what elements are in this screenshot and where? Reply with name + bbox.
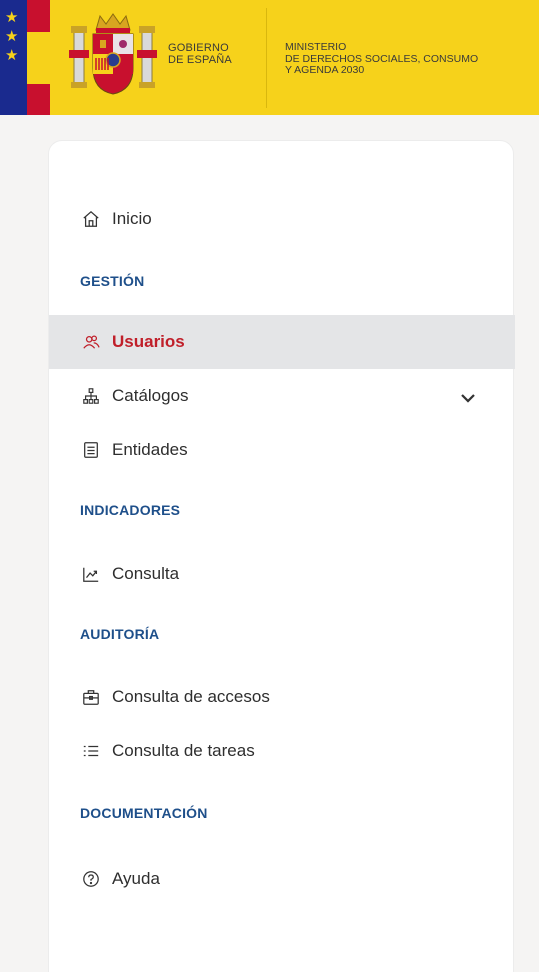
gov-line-2: DE ESPAÑA [168,54,232,66]
coat-of-arms-logo [69,13,157,95]
nav-item-catalogos[interactable]: Catálogos [49,369,515,423]
nav-label: Ayuda [112,869,160,888]
nav-label: Inicio [112,209,152,228]
ministry-line-1: MINISTERIO [285,41,347,53]
ministry-line-3: Y AGENDA 2030 [285,64,365,76]
star-icon: ★ [5,9,19,26]
nav-item-usuarios[interactable]: Usuarios [49,315,515,369]
chevron-down-icon[interactable] [459,389,477,407]
nav-label: Catálogos [112,386,189,405]
nav-label: Consulta de accesos [112,687,270,706]
star-icon: ★ [5,47,19,64]
briefcase-icon [80,686,102,708]
nav-item-entidades[interactable]: Entidades [49,423,515,477]
nav-item-consulta-accesos[interactable]: Consulta de accesos [49,670,515,724]
nav-item-consulta-tareas[interactable]: Consulta de tareas [49,724,515,778]
help-icon [80,868,102,890]
eu-flag: ★ ★ ★ [0,0,27,115]
section-gestion: GESTIÓN [80,273,145,289]
sidebar-menu: Inicio GESTIÓN Usuarios Catálogos Entida… [48,140,515,972]
list-icon [80,740,102,762]
nav-item-inicio[interactable]: Inicio [49,192,515,246]
section-indicadores: INDICADORES [80,502,181,518]
document-icon [80,439,102,461]
chart-icon [80,563,102,585]
users-icon [80,331,102,353]
header-divider [266,8,267,108]
ministry-name: MINISTERIO DE DERECHOS SOCIALES, CONSUMO… [285,41,478,77]
nav-item-consulta[interactable]: Consulta [49,547,515,601]
government-name: GOBIERNO DE ESPAÑA [168,42,232,66]
home-icon [80,208,102,230]
spain-flag-red-bottom [27,84,50,115]
section-auditoria: AUDITORÍA [80,626,160,642]
section-documentacion: DOCUMENTACIÓN [80,805,208,821]
nav-item-ayuda[interactable]: Ayuda [49,852,515,906]
site-header: ★ ★ ★ GOBIERNO DE ESPAÑA MINISTERIO DE D… [0,0,539,115]
spain-flag-yellow [27,32,50,84]
nav-label: Usuarios [112,332,185,351]
spain-flag-red-top [27,0,50,32]
hierarchy-icon [80,385,102,407]
star-icon: ★ [5,28,19,45]
gov-line-1: GOBIERNO [168,42,229,54]
nav-label: Consulta [112,564,180,583]
nav-label: Consulta de tareas [112,741,255,760]
nav-label: Entidades [112,440,188,459]
